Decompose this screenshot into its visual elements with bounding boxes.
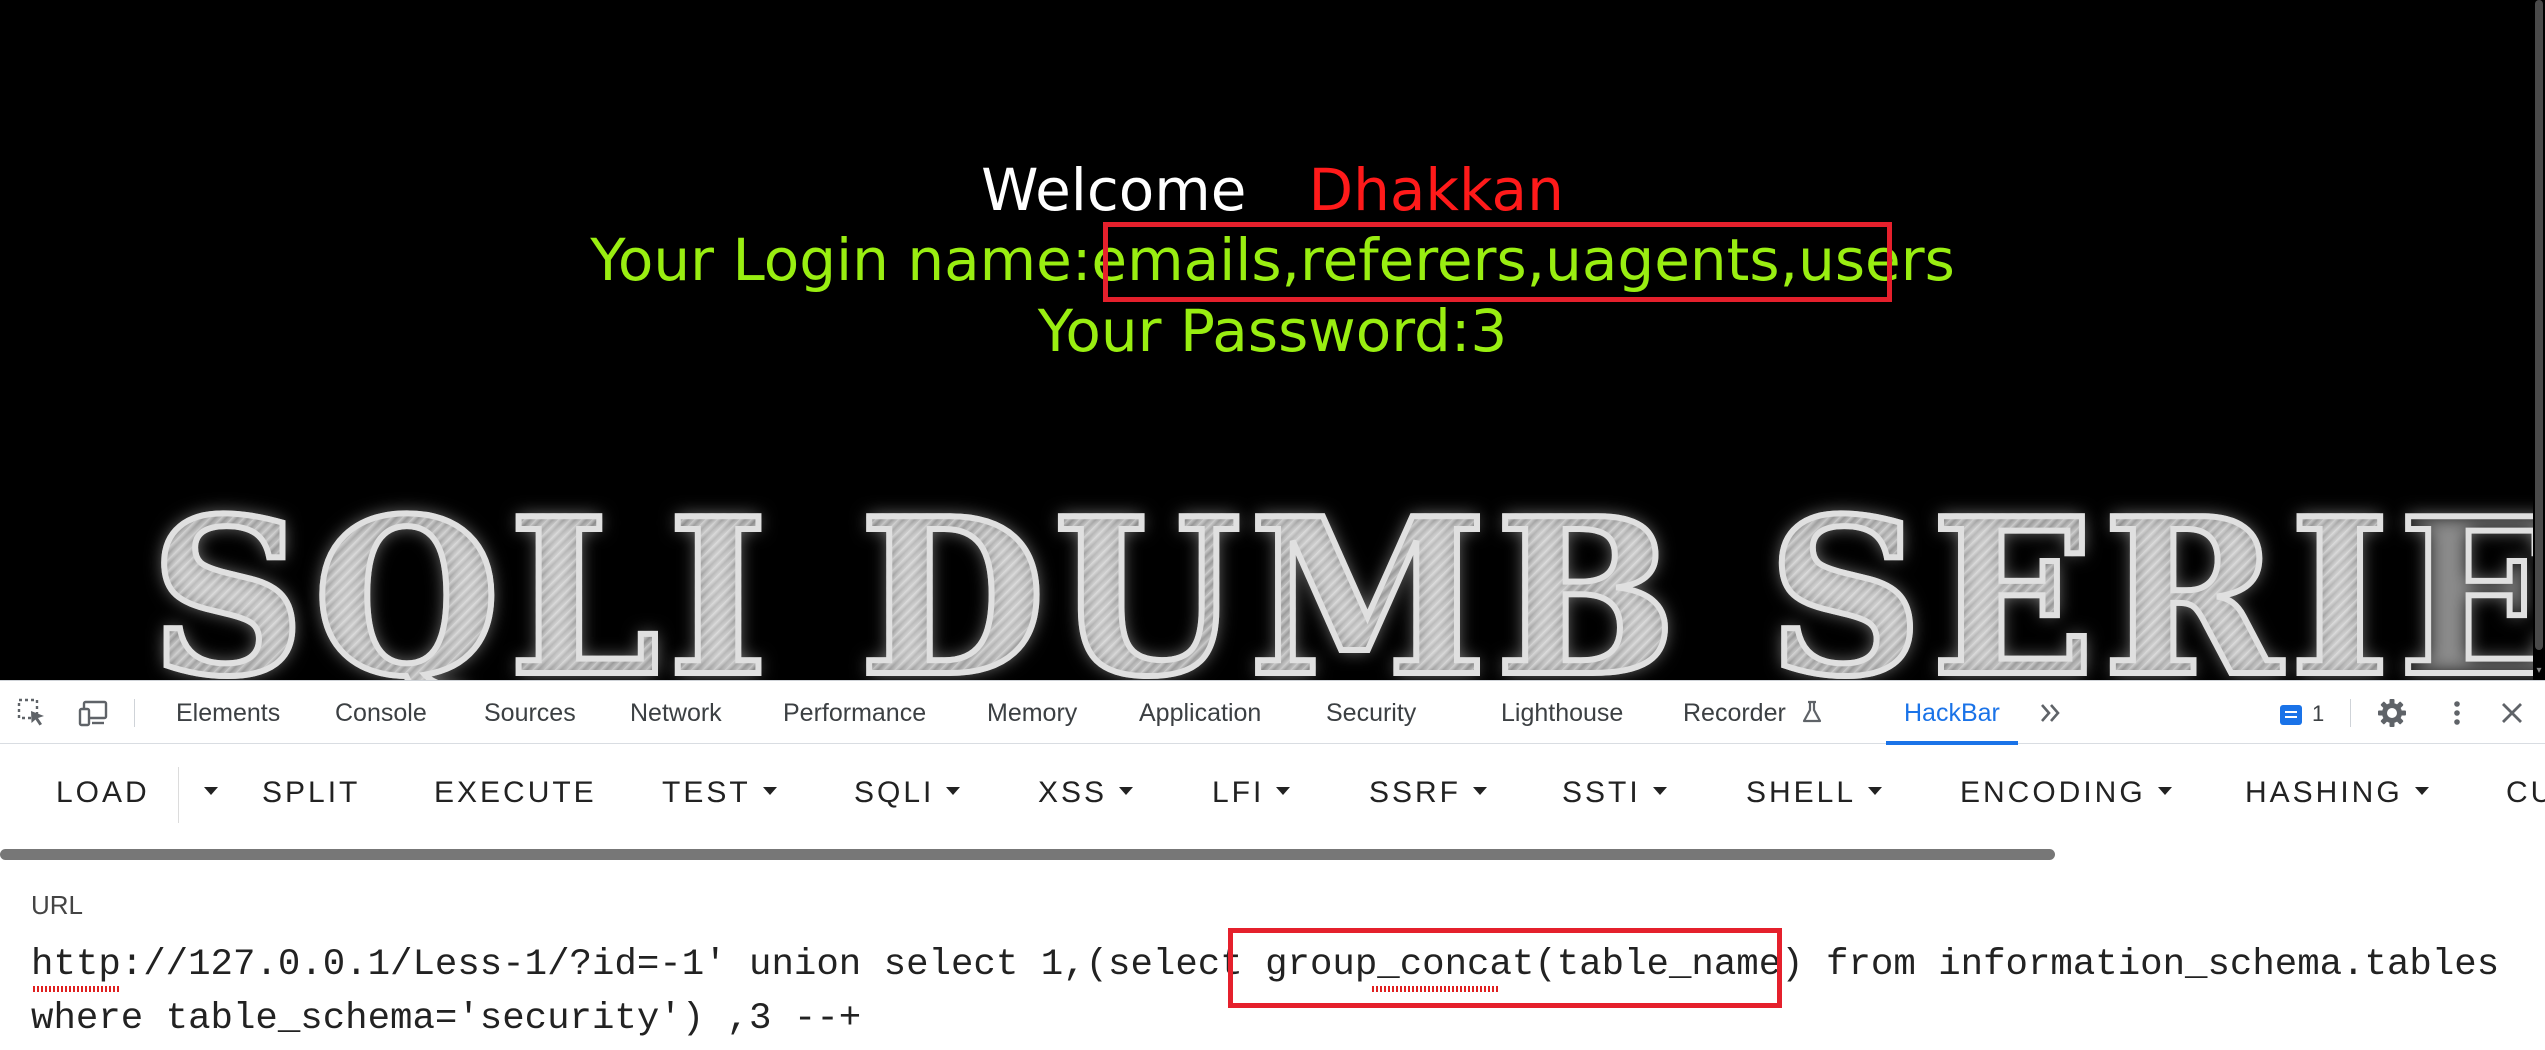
test-menu-button[interactable]: TEST <box>662 773 777 813</box>
xss-menu-label: XSS <box>1038 776 1108 809</box>
spellcheck-underline <box>1370 986 1500 992</box>
chevron-down-icon <box>1276 787 1291 796</box>
shell-menu-button[interactable]: SHELL <box>1746 773 1883 813</box>
user-name: Dhakkan <box>1308 156 1564 224</box>
tab-memory[interactable]: Memory <box>987 681 1077 745</box>
load-divider <box>178 767 179 823</box>
split-button[interactable]: SPLIT <box>262 773 360 813</box>
toolbar-separator <box>134 699 135 727</box>
execute-button[interactable]: EXECUTE <box>434 773 597 813</box>
devtools-tab-bar: Elements Console Sources Network Perform… <box>0 680 2545 745</box>
tab-elements[interactable]: Elements <box>176 681 280 745</box>
lfi-menu-button[interactable]: LFI <box>1212 773 1291 813</box>
hashing-menu-label: HASHING <box>2245 776 2403 809</box>
sqli-menu-button[interactable]: SQLI <box>854 773 961 813</box>
ssti-menu-button[interactable]: SSTI <box>1562 773 1667 813</box>
load-button[interactable]: LOAD <box>56 773 150 813</box>
tab-application[interactable]: Application <box>1139 681 1261 745</box>
device-toolbar-icon[interactable] <box>78 697 110 729</box>
tab-hackbar[interactable]: HackBar <box>1886 681 2018 745</box>
xss-menu-button[interactable]: XSS <box>1038 773 1134 813</box>
tab-console[interactable]: Console <box>335 681 427 745</box>
hackbar-toolbar: LOAD SPLIT EXECUTE TEST SQLI XSS LFI SSR… <box>0 745 2545 860</box>
kebab-menu-icon[interactable] <box>2441 697 2473 729</box>
flask-icon <box>1802 700 1821 723</box>
test-menu-label: TEST <box>662 776 751 809</box>
hackbar-horizontal-scrollbar[interactable] <box>0 849 2055 860</box>
tab-sources[interactable]: Sources <box>484 681 576 745</box>
password-line: Your Password:3 <box>1037 297 1508 365</box>
login-result-highlight <box>1103 222 1892 302</box>
issues-counter[interactable]: 1 <box>2280 701 2324 727</box>
tab-recorder-label: Recorder <box>1683 699 1786 727</box>
url-query-highlight <box>1228 928 1782 1008</box>
chevron-down-icon <box>1473 787 1488 796</box>
chevron-down-icon <box>2414 787 2429 796</box>
ssrf-menu-label: SSRF <box>1369 776 1462 809</box>
close-icon[interactable] <box>2496 697 2528 729</box>
url-line-2: where table_schema='security') ,3 --+ <box>31 998 862 1040</box>
issues-icon <box>2280 705 2302 726</box>
welcome-label: Welcome <box>981 156 1247 224</box>
tab-recorder[interactable]: Recorder <box>1683 681 1821 745</box>
inspect-icon[interactable] <box>16 697 48 729</box>
tab-security[interactable]: Security <box>1326 681 1416 745</box>
sqli-banner-logo: SQLI DUMB SERIES-1 <box>147 487 2545 680</box>
ssti-menu-label: SSTI <box>1562 776 1641 809</box>
chevron-down-icon <box>946 787 961 796</box>
scroll-down-arrow-icon[interactable]: ▾ <box>2534 666 2544 676</box>
url-label: URL <box>31 890 84 920</box>
load-dropdown-button[interactable] <box>192 773 218 813</box>
spellcheck-underline <box>31 986 121 992</box>
lfi-menu-label: LFI <box>1212 776 1265 809</box>
chevron-down-icon <box>204 787 218 796</box>
encoding-menu-label: ENCODING <box>1960 776 2146 809</box>
toolbar-separator <box>2350 699 2351 727</box>
welcome-line: Welcome Dhakkan <box>0 155 2545 225</box>
encoding-menu-button[interactable]: ENCODING <box>1960 773 2172 813</box>
tab-lighthouse[interactable]: Lighthouse <box>1501 681 1623 745</box>
url-panel: URL http://127.0.0.1/Less-1/?id=-1' unio… <box>0 870 2545 1050</box>
chevron-down-icon <box>762 787 777 796</box>
tab-network[interactable]: Network <box>630 681 722 745</box>
hashing-menu-button[interactable]: HASHING <box>2245 773 2429 813</box>
chevron-down-icon <box>1868 787 1883 796</box>
shell-menu-label: SHELL <box>1746 776 1857 809</box>
issues-count: 1 <box>2312 701 2325 726</box>
page-viewport: Welcome Dhakkan Your Login name:emails,re… <box>0 0 2545 680</box>
more-tabs-icon[interactable] <box>2036 697 2068 729</box>
ssrf-menu-button[interactable]: SSRF <box>1369 773 1488 813</box>
sqli-menu-label: SQLI <box>854 776 935 809</box>
chevron-down-icon <box>1119 787 1134 796</box>
page-scrollbar[interactable]: ▾ <box>2533 0 2545 680</box>
chevron-down-icon <box>2157 787 2172 796</box>
page-scrollbar-thumb[interactable] <box>2535 0 2543 650</box>
chevron-down-icon <box>1652 787 1667 796</box>
gear-icon[interactable] <box>2376 697 2408 729</box>
custom-menu-button-partial[interactable]: CU <box>2506 773 2545 813</box>
tab-performance[interactable]: Performance <box>783 681 926 745</box>
